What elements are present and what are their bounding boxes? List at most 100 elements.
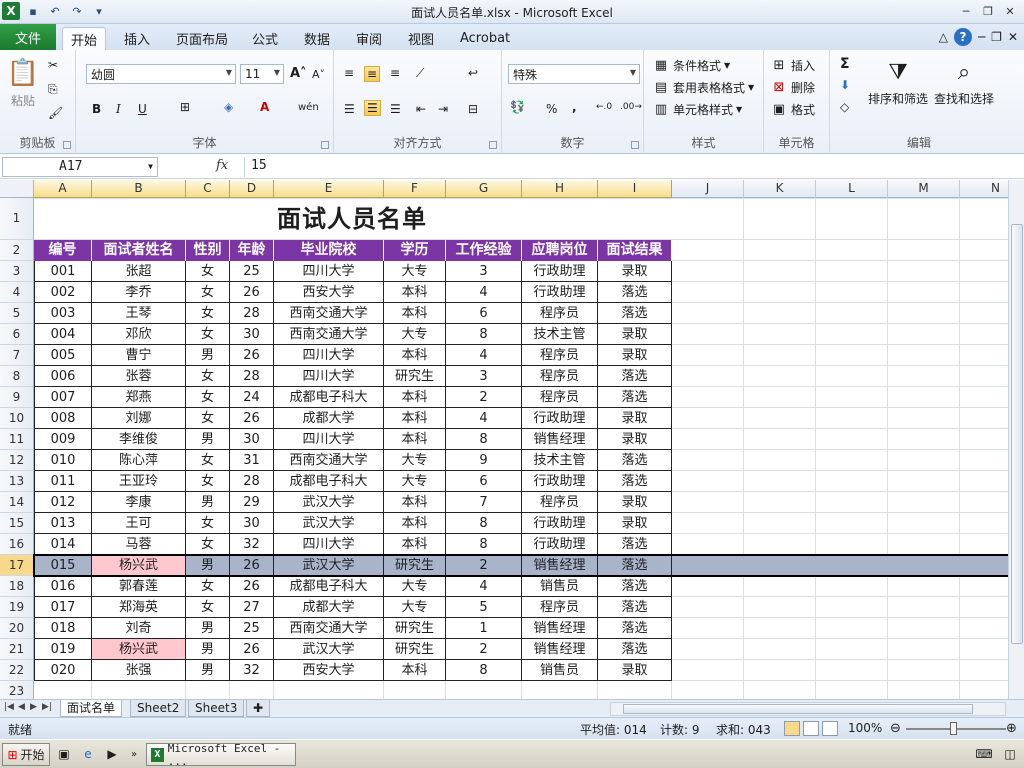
- table-cell[interactable]: 程序员: [522, 387, 598, 408]
- collapse-ribbon-icon[interactable]: △: [939, 30, 948, 44]
- table-cell[interactable]: 邓欣: [92, 324, 186, 345]
- table-cell[interactable]: 6: [446, 303, 522, 324]
- clipboard-launcher-icon[interactable]: [63, 141, 71, 149]
- table-cell[interactable]: 张蓉: [92, 366, 186, 387]
- table-cell[interactable]: 行政助理: [522, 282, 598, 303]
- borders-icon[interactable]: ⊞: [180, 100, 190, 114]
- table-header-cell[interactable]: 毕业院校: [274, 240, 384, 261]
- table-cell[interactable]: 落选: [598, 639, 672, 660]
- table-header-cell[interactable]: 性别: [186, 240, 230, 261]
- row-header-11[interactable]: 11: [0, 429, 34, 450]
- find-select-button[interactable]: ⌕ 查找和选择: [934, 58, 994, 107]
- table-cell[interactable]: 女: [186, 366, 230, 387]
- row-header-13[interactable]: 13: [0, 471, 34, 492]
- table-cell[interactable]: 西南交通大学: [274, 324, 384, 345]
- align-middle-icon[interactable]: ≡: [364, 66, 381, 82]
- desktop-icon[interactable]: ▣: [56, 746, 72, 762]
- table-cell[interactable]: 录取: [598, 513, 672, 534]
- table-cell[interactable]: 5: [446, 597, 522, 618]
- number-launcher-icon[interactable]: [631, 141, 639, 149]
- table-cell[interactable]: 落选: [598, 576, 672, 597]
- table-cell[interactable]: 29: [230, 492, 274, 513]
- vertical-scrollbar[interactable]: [1008, 180, 1024, 699]
- first-sheet-icon[interactable]: |◀: [4, 702, 14, 712]
- table-cell[interactable]: 013: [34, 513, 92, 534]
- table-cell[interactable]: 成都电子科大: [274, 387, 384, 408]
- table-cell[interactable]: 成都大学: [274, 597, 384, 618]
- table-cell[interactable]: 落选: [598, 282, 672, 303]
- sort-filter-button[interactable]: ⧩ 排序和筛选: [868, 58, 928, 107]
- increase-indent-icon[interactable]: ⇥: [438, 102, 448, 116]
- table-cell[interactable]: 4: [446, 282, 522, 303]
- grow-font-icon[interactable]: A˄: [290, 66, 307, 81]
- normal-view-icon[interactable]: [784, 721, 800, 736]
- merge-center-icon[interactable]: ⊟: [468, 102, 478, 116]
- table-header-cell[interactable]: 年龄: [230, 240, 274, 261]
- last-sheet-icon[interactable]: ▶|: [42, 702, 52, 712]
- table-cell[interactable]: 研究生: [384, 366, 446, 387]
- alignment-launcher-icon[interactable]: [489, 141, 497, 149]
- table-cell[interactable]: 男: [186, 492, 230, 513]
- zoom-out-icon[interactable]: ⊖: [890, 721, 901, 736]
- table-cell[interactable]: 007: [34, 387, 92, 408]
- align-bottom-icon[interactable]: ≡: [390, 66, 400, 80]
- table-cell[interactable]: 6: [446, 471, 522, 492]
- column-header-a[interactable]: A: [34, 180, 92, 198]
- prev-sheet-icon[interactable]: ◀: [18, 702, 25, 712]
- table-cell[interactable]: 落选: [598, 597, 672, 618]
- table-cell[interactable]: 本科: [384, 345, 446, 366]
- number-format-combo[interactable]: 特殊 ▼: [508, 64, 640, 84]
- insert-cells-button[interactable]: ⊞ 插入: [770, 56, 815, 74]
- table-cell[interactable]: 本科: [384, 303, 446, 324]
- table-cell[interactable]: 本科: [384, 282, 446, 303]
- table-cell[interactable]: 008: [34, 408, 92, 429]
- row-header-15[interactable]: 15: [0, 513, 34, 534]
- table-cell[interactable]: 销售经理: [522, 429, 598, 450]
- table-cell[interactable]: 25: [230, 261, 274, 282]
- decrease-indent-icon[interactable]: ⇤: [416, 102, 426, 116]
- table-cell[interactable]: 26: [230, 282, 274, 303]
- table-cell[interactable]: 销售员: [522, 660, 598, 681]
- table-cell[interactable]: 003: [34, 303, 92, 324]
- conditional-format-button[interactable]: ▦ 条件格式 ▼: [652, 56, 730, 74]
- table-cell[interactable]: 016: [34, 576, 92, 597]
- font-name-combo[interactable]: 幼圆 ▼: [86, 64, 236, 84]
- align-right-icon[interactable]: ☰: [390, 102, 401, 116]
- table-cell[interactable]: 四川大学: [274, 366, 384, 387]
- currency-icon[interactable]: 💱: [510, 100, 525, 114]
- table-cell[interactable]: 王可: [92, 513, 186, 534]
- percent-button[interactable]: %: [546, 102, 557, 116]
- table-cell[interactable]: 30: [230, 429, 274, 450]
- table-cell[interactable]: 程序员: [522, 345, 598, 366]
- table-cell[interactable]: 销售员: [522, 576, 598, 597]
- help-icon[interactable]: ?: [953, 28, 972, 46]
- row-header-14[interactable]: 14: [0, 492, 34, 513]
- table-header-cell[interactable]: 面试结果: [598, 240, 672, 261]
- table-cell[interactable]: 男: [186, 639, 230, 660]
- table-cell[interactable]: 大专: [384, 324, 446, 345]
- table-cell[interactable]: 录取: [598, 429, 672, 450]
- wrap-text-icon[interactable]: ↩: [468, 66, 478, 80]
- sheet-tab-interview[interactable]: 面试名单: [60, 700, 123, 717]
- column-header-c[interactable]: C: [186, 180, 230, 198]
- table-cell[interactable]: 020: [34, 660, 92, 681]
- column-header-h[interactable]: H: [522, 180, 598, 198]
- minimize-icon[interactable]: ─: [956, 2, 976, 20]
- column-header-g[interactable]: G: [446, 180, 522, 198]
- table-cell[interactable]: 西南交通大学: [274, 618, 384, 639]
- table-cell[interactable]: 24: [230, 387, 274, 408]
- table-cell[interactable]: 大专: [384, 450, 446, 471]
- table-header-cell[interactable]: 工作经验: [446, 240, 522, 261]
- table-cell[interactable]: 王琴: [92, 303, 186, 324]
- column-header-f[interactable]: F: [384, 180, 446, 198]
- table-cell[interactable]: 本科: [384, 513, 446, 534]
- table-cell[interactable]: 行政助理: [522, 513, 598, 534]
- media-icon[interactable]: ▶: [104, 746, 120, 762]
- row-header-16[interactable]: 16: [0, 534, 34, 555]
- table-cell[interactable]: 8: [446, 660, 522, 681]
- table-header-cell[interactable]: 面试者姓名: [92, 240, 186, 261]
- table-cell[interactable]: 27: [230, 597, 274, 618]
- table-cell[interactable]: 28: [230, 303, 274, 324]
- table-cell[interactable]: 002: [34, 282, 92, 303]
- table-cell[interactable]: 行政助理: [522, 261, 598, 282]
